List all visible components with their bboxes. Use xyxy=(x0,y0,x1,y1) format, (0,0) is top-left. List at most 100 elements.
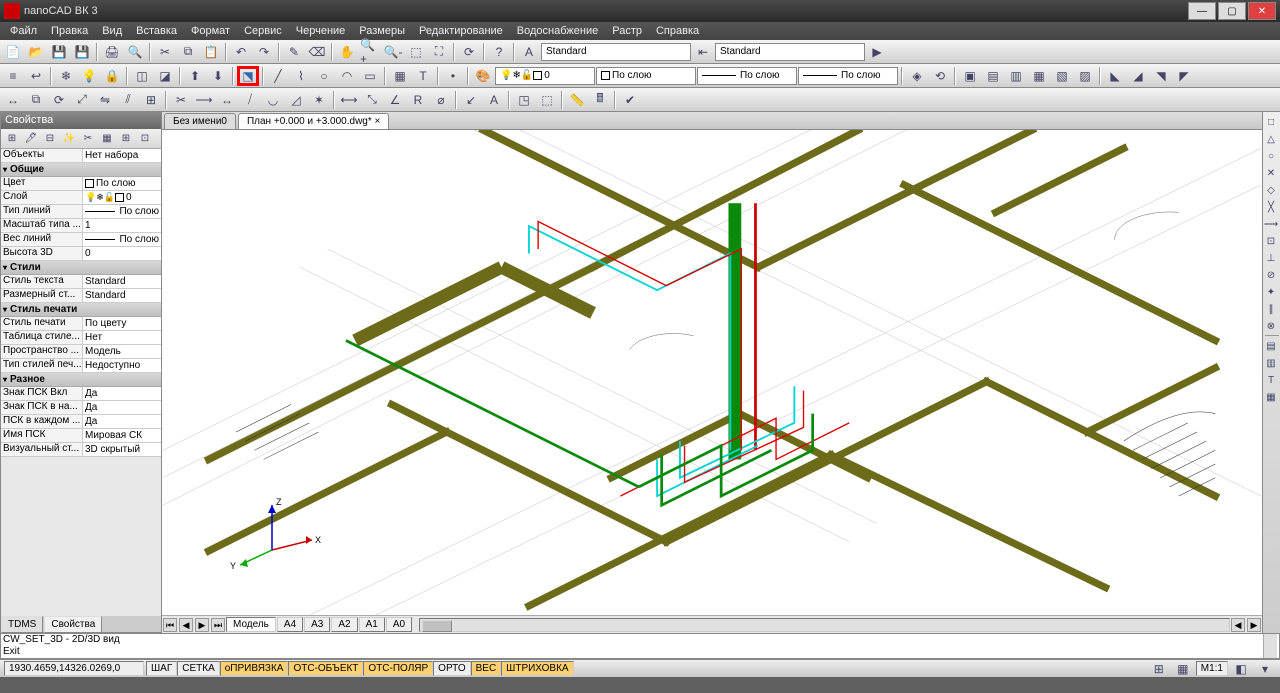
extend-icon[interactable]: ⟶ xyxy=(193,90,215,110)
prop-row[interactable]: Вес линийПо слою xyxy=(1,233,161,247)
snap-mid-icon[interactable]: △ xyxy=(1263,131,1279,147)
print-icon[interactable]: 🖨 xyxy=(101,42,123,62)
cmd-scrollbar[interactable] xyxy=(1263,634,1277,658)
menu-Формат[interactable]: Формат xyxy=(185,23,236,39)
dim-linear-icon[interactable]: ⟷ xyxy=(338,90,360,110)
filter4-icon[interactable]: ▦ xyxy=(1263,389,1279,405)
doc-tab[interactable]: Без имени0 xyxy=(164,113,236,129)
text-icon[interactable]: T xyxy=(412,66,434,86)
textstyle-icon[interactable]: A xyxy=(518,42,540,62)
view4-icon[interactable]: ▦ xyxy=(1028,66,1050,86)
dim-angular-icon[interactable]: ∠ xyxy=(384,90,406,110)
copy-icon[interactable]: ⧉ xyxy=(177,42,199,62)
dim-diameter-icon[interactable]: ⌀ xyxy=(430,90,452,110)
prop-row[interactable]: Таблица стиле...Нет xyxy=(1,331,161,345)
menu-Растр[interactable]: Растр xyxy=(606,23,648,39)
prop-row[interactable]: Визуальный ст...3D скрытый xyxy=(1,443,161,457)
layout-tab[interactable]: A4 xyxy=(277,617,303,632)
prop-tool2-icon[interactable]: 🖊 xyxy=(22,131,40,147)
open-icon[interactable]: 📂 xyxy=(25,42,47,62)
color-combo[interactable]: По слою xyxy=(596,67,696,85)
view6-icon[interactable]: ▨ xyxy=(1074,66,1096,86)
prop-row[interactable]: Знак ПСК в на...Да xyxy=(1,401,161,415)
prop-row[interactable]: Знак ПСК ВклДа xyxy=(1,387,161,401)
snap-cen-icon[interactable]: ○ xyxy=(1263,148,1279,164)
prop-row[interactable]: Слой💡❄🔓0 xyxy=(1,191,161,205)
rotate-icon[interactable]: ⟳ xyxy=(48,90,70,110)
view5-icon[interactable]: ▧ xyxy=(1051,66,1073,86)
walk-icon[interactable]: ⬆ xyxy=(184,66,206,86)
highlighted-tool-icon[interactable]: ⬔ xyxy=(237,66,259,86)
trim-icon[interactable]: ✂ xyxy=(170,90,192,110)
layer-prev-icon[interactable]: ↩ xyxy=(25,66,47,86)
iso4-icon[interactable]: ◤ xyxy=(1173,66,1195,86)
prop-tool6-icon[interactable]: ▦ xyxy=(98,131,116,147)
layout-tab[interactable]: Модель xyxy=(226,617,276,632)
prop-row[interactable]: Размерный ст...Standard xyxy=(1,289,161,303)
dimstyle-combo[interactable]: Standard xyxy=(715,43,865,61)
prop-category[interactable]: Стиль печати xyxy=(1,303,161,317)
tab-prev-icon[interactable]: ◀ xyxy=(179,618,193,632)
mirror-icon[interactable]: ⇋ xyxy=(94,90,116,110)
tab-next-icon[interactable]: ▶ xyxy=(195,618,209,632)
chamfer-icon[interactable]: ◿ xyxy=(285,90,307,110)
arc-icon[interactable]: ◠ xyxy=(336,66,358,86)
move-icon[interactable]: ↔ xyxy=(2,90,24,110)
filter1-icon[interactable]: ▤ xyxy=(1263,338,1279,354)
iso2-icon[interactable]: ◢ xyxy=(1127,66,1149,86)
prop-row[interactable]: Стиль текстаStandard xyxy=(1,275,161,289)
snap-tan-icon[interactable]: ⊘ xyxy=(1263,267,1279,283)
help-icon[interactable]: ? xyxy=(488,42,510,62)
status-icon3[interactable]: ◧ xyxy=(1230,659,1252,679)
horizontal-scrollbar[interactable] xyxy=(419,618,1230,632)
prop-row[interactable]: Масштаб типа ...1 xyxy=(1,219,161,233)
offset-icon[interactable]: ⫽ xyxy=(117,90,139,110)
zoom-out-icon[interactable]: 🔍- xyxy=(382,42,404,62)
dim-radius-icon[interactable]: R xyxy=(407,90,429,110)
tab-first-icon[interactable]: ⏮ xyxy=(163,618,177,632)
tab-properties[interactable]: Свойства xyxy=(44,616,102,633)
block-icon[interactable]: ◳ xyxy=(513,90,535,110)
snap-quad-icon[interactable]: ◇ xyxy=(1263,182,1279,198)
doc-tab[interactable]: План +0.000 и +3.000.dwg* × xyxy=(238,113,389,129)
cut-icon[interactable]: ✂ xyxy=(154,42,176,62)
selection-row[interactable]: Объекты Нет набора xyxy=(1,149,161,163)
menu-Редактирование[interactable]: Редактирование xyxy=(413,23,509,39)
snap-par-icon[interactable]: ∥ xyxy=(1263,301,1279,317)
status-toggle-ШАГ[interactable]: ШАГ xyxy=(146,661,177,676)
fillet-icon[interactable]: ◡ xyxy=(262,90,284,110)
layer-manager-icon[interactable]: ≡ xyxy=(2,66,24,86)
hatch-icon[interactable]: ▦ xyxy=(389,66,411,86)
break-icon[interactable]: ⧸ xyxy=(239,90,261,110)
prop-tool4-icon[interactable]: ✨ xyxy=(60,131,78,147)
viewport[interactable]: X Y Z xyxy=(162,130,1262,615)
layout-tab[interactable]: A3 xyxy=(304,617,330,632)
pan-icon[interactable]: ✋ xyxy=(336,42,358,62)
tab-last-icon[interactable]: ⏭ xyxy=(211,618,225,632)
menu-Сервис[interactable]: Сервис xyxy=(238,23,288,39)
prop-tool1-icon[interactable]: ⊞ xyxy=(3,131,21,147)
layer-combo[interactable]: 💡❄🔓0 xyxy=(495,67,595,85)
menu-Справка[interactable]: Справка xyxy=(650,23,705,39)
snap-none-icon[interactable]: ⊗ xyxy=(1263,318,1279,334)
linetype-combo[interactable]: По слою xyxy=(697,67,797,85)
prop-tool7-icon[interactable]: ⊞ xyxy=(117,131,135,147)
close-button[interactable]: ✕ xyxy=(1248,2,1276,20)
prop-row[interactable]: Пространство ...Модель xyxy=(1,345,161,359)
dimstyle-icon[interactable]: ⇤ xyxy=(692,42,714,62)
point-icon[interactable]: • xyxy=(442,66,464,86)
redo-icon[interactable]: ↷ xyxy=(253,42,275,62)
command-line[interactable]: CW_SET_3D - 2D/3D вид Exit VSCURRENT2 - … xyxy=(0,633,1280,659)
isolate-icon[interactable]: ◫ xyxy=(131,66,153,86)
view2-icon[interactable]: ▤ xyxy=(982,66,1004,86)
maximize-button[interactable]: ▢ xyxy=(1218,2,1246,20)
prop-category[interactable]: Стили xyxy=(1,261,161,275)
preview-icon[interactable]: 🔍 xyxy=(124,42,146,62)
dim-aligned-icon[interactable]: ⤡ xyxy=(361,90,383,110)
circle-icon[interactable]: ○ xyxy=(313,66,335,86)
unisolate-icon[interactable]: ◪ xyxy=(154,66,176,86)
mtext-icon[interactable]: A xyxy=(483,90,505,110)
snap-node-icon[interactable]: ✕ xyxy=(1263,165,1279,181)
filter2-icon[interactable]: ▥ xyxy=(1263,355,1279,371)
prop-row[interactable]: ПСК в каждом ...Да xyxy=(1,415,161,429)
